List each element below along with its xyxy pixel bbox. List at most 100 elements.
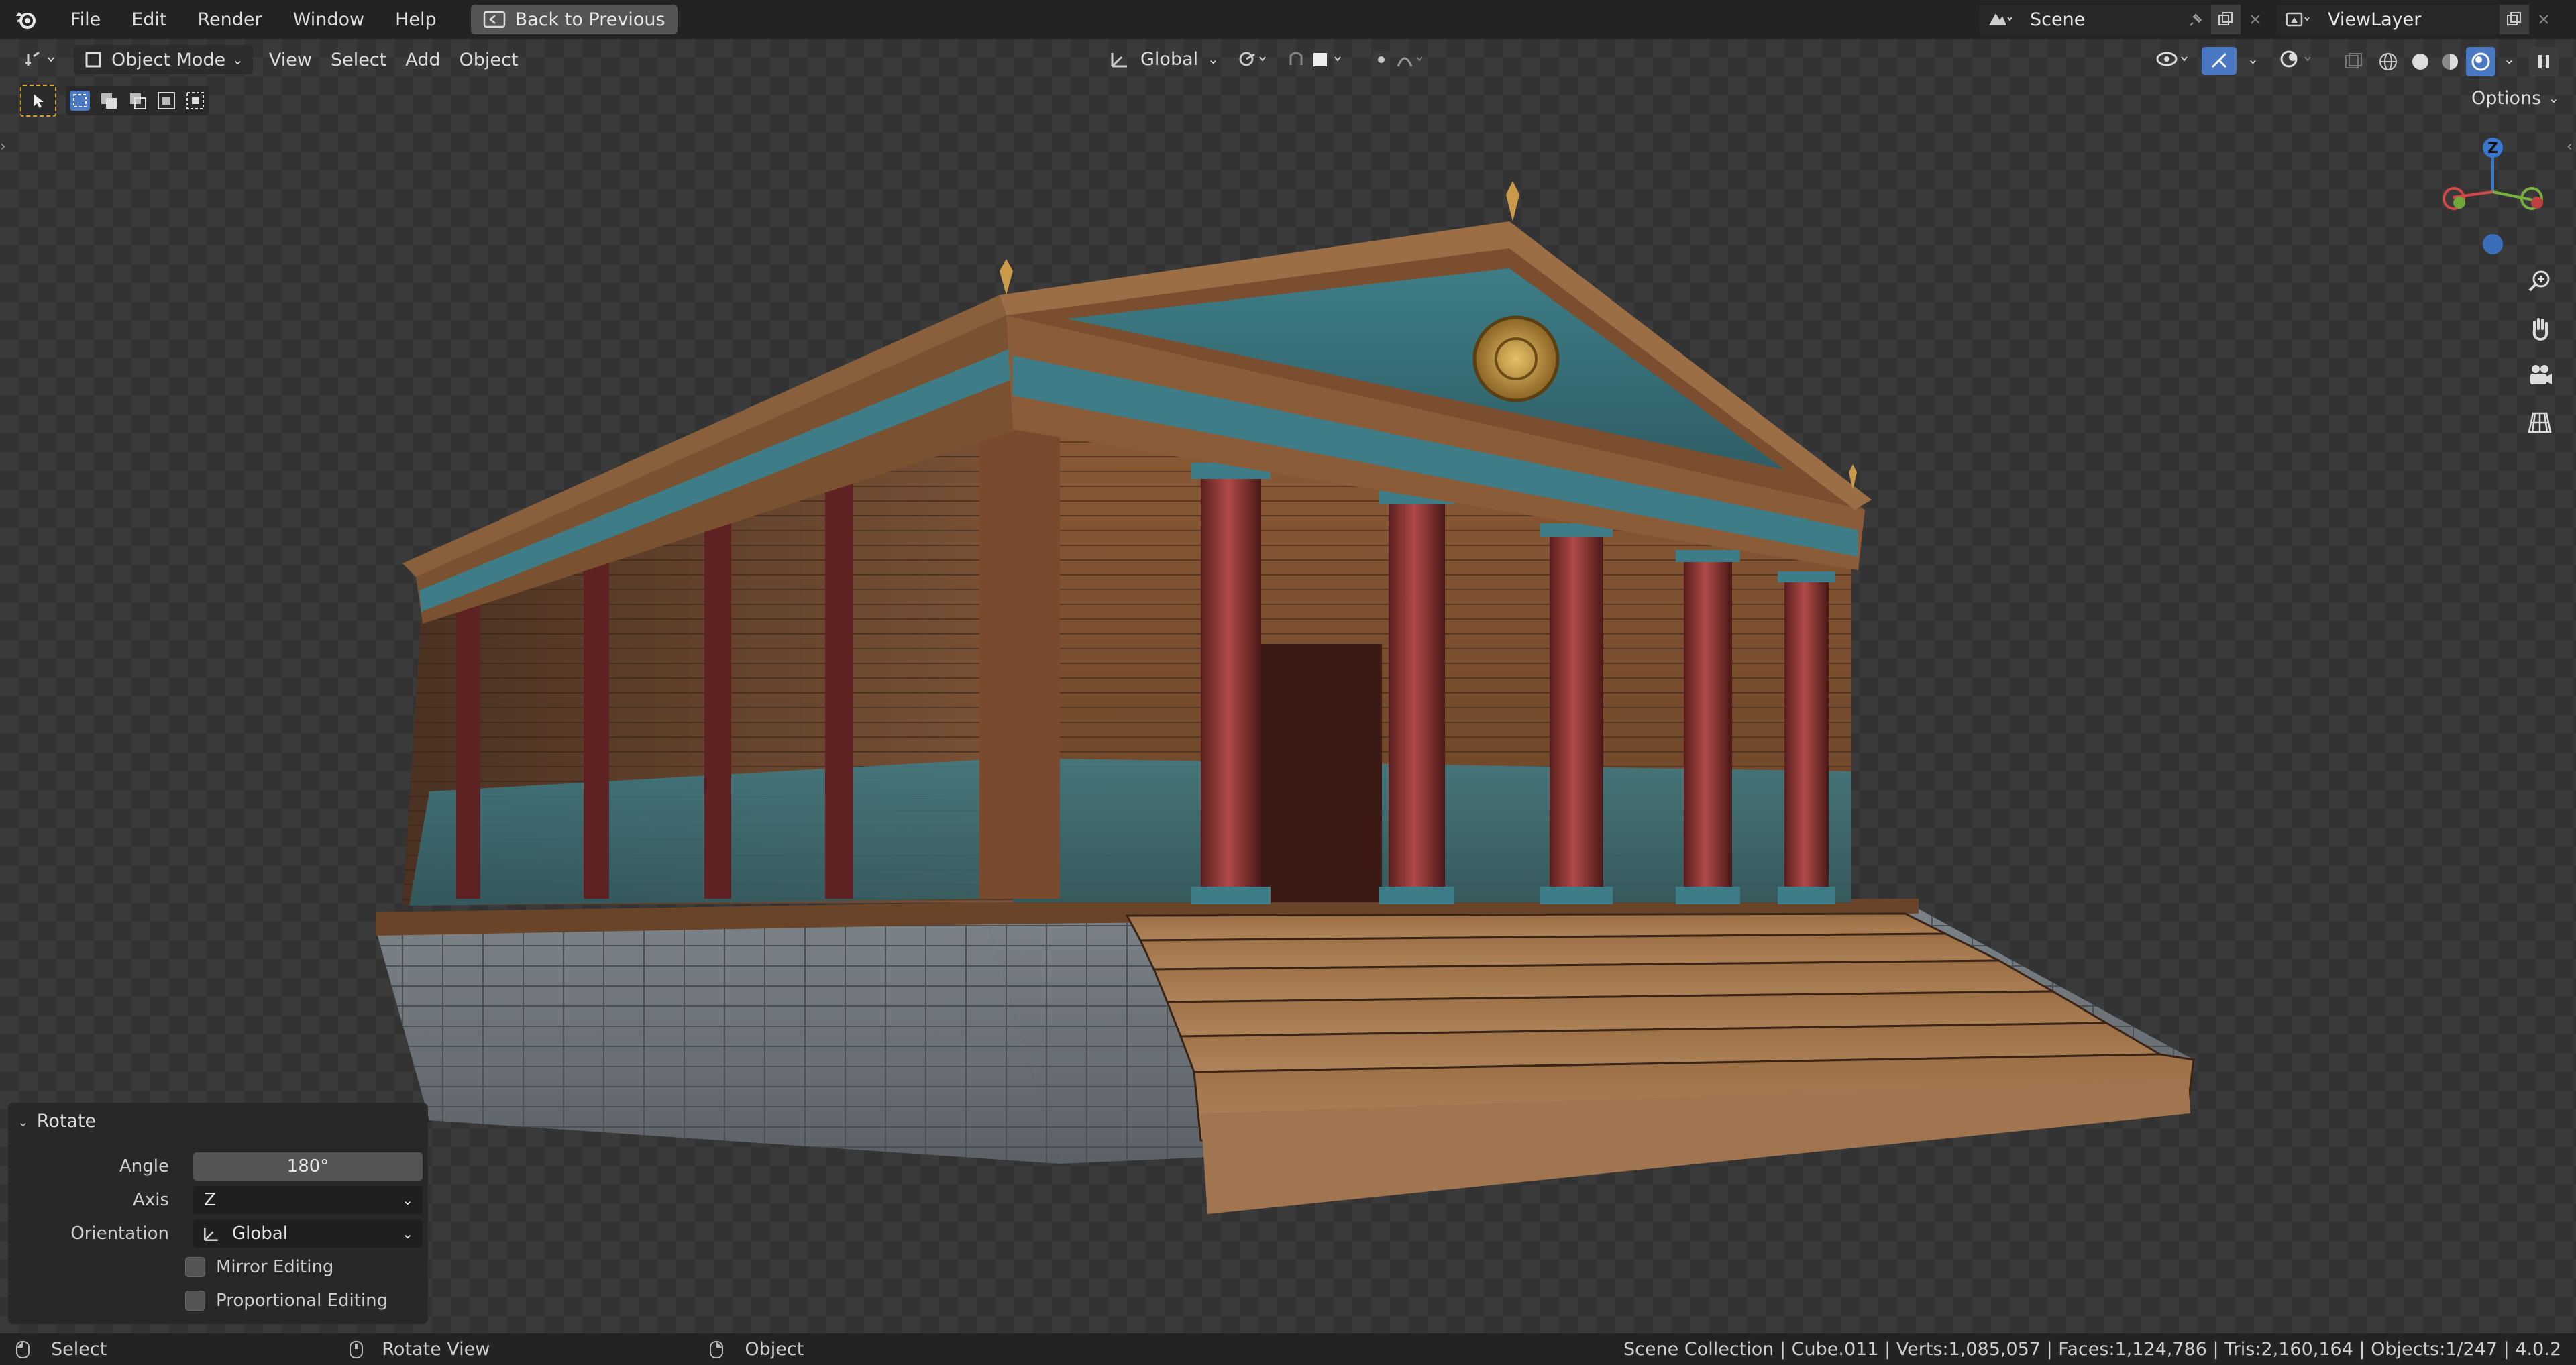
options-label: Options xyxy=(2471,87,2542,109)
toggle-sidebar-button[interactable] xyxy=(2529,47,2559,76)
copy-icon xyxy=(2507,12,2521,25)
delete-scene-button[interactable] xyxy=(2241,5,2270,34)
scene-icon xyxy=(1989,13,2012,25)
chevron-down-icon: ⌄ xyxy=(402,1225,413,1242)
close-icon xyxy=(2251,15,2260,24)
gizmo-toggle-button[interactable] xyxy=(2202,47,2237,75)
view-layer-browse-button[interactable] xyxy=(2277,5,2318,34)
new-scene-button[interactable] xyxy=(2211,5,2241,34)
grid-icon xyxy=(2528,412,2552,433)
mode-icon xyxy=(85,52,101,68)
chevron-down-icon: ⌄ xyxy=(17,1113,29,1130)
scene-browse-button[interactable] xyxy=(1979,5,2021,34)
orientation-dropdown[interactable]: Global ⌄ xyxy=(193,1219,423,1248)
orientation-icon xyxy=(1111,53,1127,68)
shading-wireframe-button[interactable] xyxy=(2375,48,2402,75)
shading-material-button[interactable] xyxy=(2436,48,2463,75)
select-invert-icon[interactable] xyxy=(155,89,178,112)
toolbar-expand-arrow[interactable]: › xyxy=(0,138,6,155)
chevron-down-icon: ⌄ xyxy=(402,1192,413,1208)
proportional-editing-label: Proportional Editing xyxy=(216,1291,388,1311)
close-icon xyxy=(2539,15,2548,24)
axis-dropdown[interactable]: Z ⌄ xyxy=(193,1186,423,1214)
mouse-right-icon xyxy=(710,1340,724,1358)
pin-scene-button[interactable] xyxy=(2182,5,2211,34)
pin-icon xyxy=(2190,13,2202,26)
perspective-toggle-button[interactable] xyxy=(2521,404,2559,441)
menu-help[interactable]: Help xyxy=(380,0,452,39)
object-menu[interactable]: Object xyxy=(450,45,528,74)
snap-button[interactable] xyxy=(1277,44,1363,74)
new-view-layer-button[interactable] xyxy=(2500,5,2529,34)
add-menu[interactable]: Add xyxy=(396,45,449,74)
panel-title: Rotate xyxy=(36,1111,97,1132)
transform-orientation-selector[interactable]: Global ⌄ xyxy=(1099,44,1228,74)
xray-button[interactable] xyxy=(2340,48,2367,75)
status-select: Select xyxy=(51,1339,107,1360)
select-extend-icon[interactable] xyxy=(97,89,120,112)
proportional-editing-checkbox[interactable] xyxy=(185,1291,205,1311)
angle-row: Angle 180° xyxy=(8,1152,428,1181)
xray-icon xyxy=(2345,53,2362,68)
select-box-icon[interactable] xyxy=(68,89,91,112)
options-dropdown[interactable]: Options ⌄ xyxy=(2462,83,2569,113)
menu-edit[interactable]: Edit xyxy=(116,0,182,39)
scene-name-field[interactable]: Scene xyxy=(2021,5,2182,34)
select-intersect-icon[interactable] xyxy=(184,89,207,112)
select-menu[interactable]: Select xyxy=(321,45,396,74)
tool-select-button[interactable] xyxy=(20,85,56,117)
proportional-icon xyxy=(1373,51,1423,68)
editor-type-icon xyxy=(25,51,54,66)
chevron-down-icon[interactable]: ⌄ xyxy=(2238,44,2268,74)
chevron-down-icon: ⌄ xyxy=(232,52,244,68)
blender-logo-icon[interactable] xyxy=(15,8,38,31)
mirror-editing-checkbox[interactable] xyxy=(185,1257,205,1277)
zoom-view-button[interactable] xyxy=(2521,263,2559,301)
zoom-icon xyxy=(2528,270,2550,292)
mode-selector[interactable]: Object Mode ⌄ xyxy=(74,45,253,74)
mirror-editing-row[interactable]: Mirror Editing xyxy=(185,1253,333,1281)
status-object: Object xyxy=(745,1339,804,1360)
pivot-point-button[interactable] xyxy=(1228,44,1279,74)
proportional-editing-row[interactable]: Proportional Editing xyxy=(185,1287,388,1315)
overlay-button[interactable] xyxy=(2270,44,2325,74)
view-layer-name-field[interactable]: ViewLayer xyxy=(2318,5,2500,34)
orientation-value: Global xyxy=(232,1223,288,1244)
gizmo-icon xyxy=(2211,52,2227,68)
mode-label: Object Mode xyxy=(111,49,226,70)
shading-material-icon xyxy=(2442,54,2458,70)
menu-render[interactable]: Render xyxy=(182,0,277,39)
pan-view-button[interactable] xyxy=(2521,310,2559,347)
mouse-left-icon xyxy=(16,1340,30,1358)
editor-type-button[interactable] xyxy=(13,45,66,74)
shading-rendered-button[interactable] xyxy=(2466,47,2496,76)
shading-solid-button[interactable] xyxy=(2407,48,2434,75)
proportional-editing-button[interactable] xyxy=(1362,44,1448,74)
angle-field[interactable]: 180° xyxy=(193,1152,423,1181)
layer-icon xyxy=(2286,12,2310,27)
mirror-editing-label: Mirror Editing xyxy=(216,1257,334,1277)
cursor-icon xyxy=(34,94,44,108)
hand-icon xyxy=(2532,318,2548,341)
menu-window[interactable]: Window xyxy=(278,0,380,39)
sidebar-expand-arrow[interactable]: ‹ xyxy=(2567,138,2573,155)
visibility-icon xyxy=(2156,52,2188,66)
orientation-row: Orientation Global ⌄ xyxy=(8,1219,428,1248)
back-to-previous-button[interactable]: Back to Previous xyxy=(470,5,678,34)
panel-header[interactable]: ⌄ Rotate xyxy=(17,1111,96,1132)
shading-solid-icon xyxy=(2412,54,2428,70)
view-menu[interactable]: View xyxy=(260,45,321,74)
delete-view-layer-button[interactable] xyxy=(2529,5,2559,34)
axis-row: Axis Z ⌄ xyxy=(8,1186,428,1214)
angle-label: Angle xyxy=(119,1156,169,1177)
menu-file[interactable]: File xyxy=(55,0,116,39)
camera-view-button[interactable] xyxy=(2521,357,2559,394)
last-operator-panel: ⌄ Rotate Angle 180° Axis Z ⌄ Orientation… xyxy=(8,1103,428,1324)
shading-rendered-icon xyxy=(2471,52,2490,71)
chevron-down-icon[interactable]: ⌄ xyxy=(2494,44,2524,74)
scene-statistics: Scene Collection | Cube.011 | Verts:1,08… xyxy=(1623,1339,2561,1360)
visibility-button[interactable] xyxy=(2147,44,2202,74)
chevron-down-icon: ⌄ xyxy=(1208,51,1219,67)
navigation-gizmo[interactable]: Z xyxy=(2439,133,2546,260)
select-subtract-icon[interactable] xyxy=(126,89,149,112)
